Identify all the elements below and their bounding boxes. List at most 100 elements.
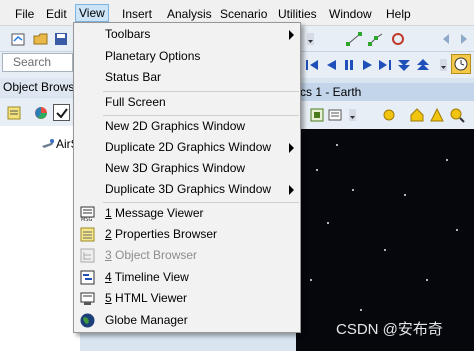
star (336, 144, 338, 146)
star (384, 249, 386, 251)
menu-item-status-bar[interactable]: Status Bar (74, 67, 300, 88)
menu-file[interactable]: File (12, 5, 37, 23)
menu-item-globe-manager[interactable]: Globe Manager (74, 310, 300, 331)
menu-item-label: Full Screen (105, 95, 166, 109)
toolbar-dropdown-icon[interactable] (302, 30, 319, 47)
menu-item-accelerator: 4 (105, 270, 112, 284)
properties-browser-icon (79, 226, 96, 243)
menu-item-duplicate-2d-window[interactable]: Duplicate 2D Graphics Window (74, 137, 300, 158)
menu-item-new-2d-window[interactable]: New 2D Graphics Window (74, 116, 300, 137)
menu-item-label: Object Browser (111, 248, 198, 262)
menu-item-properties-browser[interactable]: 2 Properties Browser (74, 224, 300, 245)
play-reverse-icon[interactable] (322, 56, 339, 73)
menu-edit[interactable]: Edit (43, 5, 70, 23)
menu-insert[interactable]: Insert (119, 5, 155, 23)
pause-icon[interactable] (340, 56, 357, 73)
menu-window[interactable]: Window (326, 5, 375, 23)
star (327, 222, 329, 224)
menu-item-label: HTML Viewer (111, 291, 188, 305)
new-scenario-icon[interactable] (10, 30, 27, 47)
graphics-properties-icon[interactable] (326, 106, 343, 123)
submenu-arrow-icon (289, 30, 294, 40)
menu-utilities[interactable]: Utilities (275, 5, 320, 23)
view-from-to-icon[interactable] (308, 106, 325, 123)
menu-scenario[interactable]: Scenario (217, 5, 270, 23)
menu-item-label: Properties Browser (111, 227, 218, 241)
html-viewer-icon (79, 290, 96, 307)
star (426, 279, 428, 281)
menu-item-accelerator: 2 (105, 227, 112, 241)
step-back-icon[interactable] (303, 56, 320, 73)
aircraft-icon (42, 139, 54, 148)
link-nodes-icon[interactable] (367, 30, 384, 47)
object-browser-tree: AirS (0, 126, 80, 351)
star (456, 229, 458, 231)
menu-view[interactable]: View (75, 4, 109, 22)
object-browser-title: Object Brows (0, 78, 80, 96)
north-up-icon[interactable] (428, 106, 445, 123)
search-input[interactable]: Search (2, 53, 73, 72)
speed-up-icon[interactable] (414, 56, 431, 73)
view-menu: Toolbars Planetary Options Status Bar Fu… (73, 22, 301, 333)
menu-item-timeline-view[interactable]: 4 Timeline View (74, 267, 300, 288)
object-browser-toolbar (0, 98, 80, 126)
properties-icon[interactable] (5, 104, 22, 121)
star (404, 194, 406, 196)
menu-item-label: Globe Manager (105, 313, 188, 327)
menu-item-label: New 2D Graphics Window (105, 119, 246, 133)
step-forward-icon[interactable] (376, 56, 393, 73)
nav-left-icon[interactable] (437, 30, 454, 47)
graphics-window-title: cs 1 - Earth (296, 83, 474, 101)
menu-item-planetary-options[interactable]: Planetary Options (74, 46, 300, 67)
submenu-arrow-icon (289, 185, 294, 195)
menu-item-label: Status Bar (105, 70, 162, 84)
menu-item-object-browser[interactable]: 3 Object Browser (74, 245, 300, 266)
refresh-icon[interactable] (389, 30, 406, 47)
menu-item-label: Duplicate 2D Graphics Window (105, 140, 272, 154)
menu-item-full-screen[interactable]: Full Screen (74, 92, 300, 113)
menu-item-label: Toolbars (105, 27, 151, 41)
svg-text:MSG: MSG (81, 217, 92, 222)
real-time-icon[interactable] (451, 54, 471, 74)
menu-item-label: New 3D Graphics Window (105, 161, 246, 175)
slow-down-icon[interactable] (395, 56, 412, 73)
toolbar-dropdown-icon[interactable] (435, 56, 452, 73)
nav-right-icon[interactable] (455, 30, 472, 47)
submenu-arrow-icon (289, 143, 294, 153)
menu-analysis[interactable]: Analysis (164, 5, 215, 23)
star (446, 159, 448, 161)
star (310, 279, 312, 281)
message-viewer-icon: MSG (79, 205, 96, 223)
check-icon[interactable] (53, 104, 70, 121)
zoom-to-icon[interactable] (448, 106, 465, 123)
star (352, 189, 354, 191)
timeline-view-icon (79, 269, 96, 286)
menu-item-toolbars[interactable]: Toolbars (74, 24, 300, 45)
menu-item-label: Timeline View (111, 270, 189, 284)
watermark: CSDN @安布奇 (336, 321, 443, 338)
connect-points-icon[interactable] (345, 30, 362, 47)
color-wheel-icon[interactable] (32, 104, 49, 121)
toolbar-dropdown-icon[interactable] (344, 106, 361, 123)
menu-item-accelerator: 5 (105, 291, 112, 305)
save-icon[interactable] (52, 30, 69, 47)
menu-item-label: Planetary Options (105, 49, 201, 63)
open-folder-icon[interactable] (32, 30, 49, 47)
menu-item-html-viewer[interactable]: 5 HTML Viewer (74, 288, 300, 309)
menu-item-label: Duplicate 3D Graphics Window (105, 182, 272, 196)
graphics-window-toolbar (296, 101, 474, 129)
home-view-icon[interactable] (408, 106, 425, 123)
menu-item-accelerator: 1 (105, 206, 112, 220)
menu-item-message-viewer[interactable]: MSG 1 Message Viewer (74, 203, 300, 224)
globe-manager-icon (79, 312, 96, 329)
play-icon[interactable] (358, 56, 375, 73)
camera-icon[interactable] (380, 106, 397, 123)
menu-item-label: Message Viewer (111, 206, 204, 220)
star (360, 309, 362, 311)
menu-item-accelerator: 3 (105, 248, 112, 262)
menu-help[interactable]: Help (383, 5, 414, 23)
star (316, 169, 318, 171)
menu-item-duplicate-3d-window[interactable]: Duplicate 3D Graphics Window (74, 179, 300, 200)
menu-item-new-3d-window[interactable]: New 3D Graphics Window (74, 158, 300, 179)
object-browser-icon (79, 247, 96, 264)
